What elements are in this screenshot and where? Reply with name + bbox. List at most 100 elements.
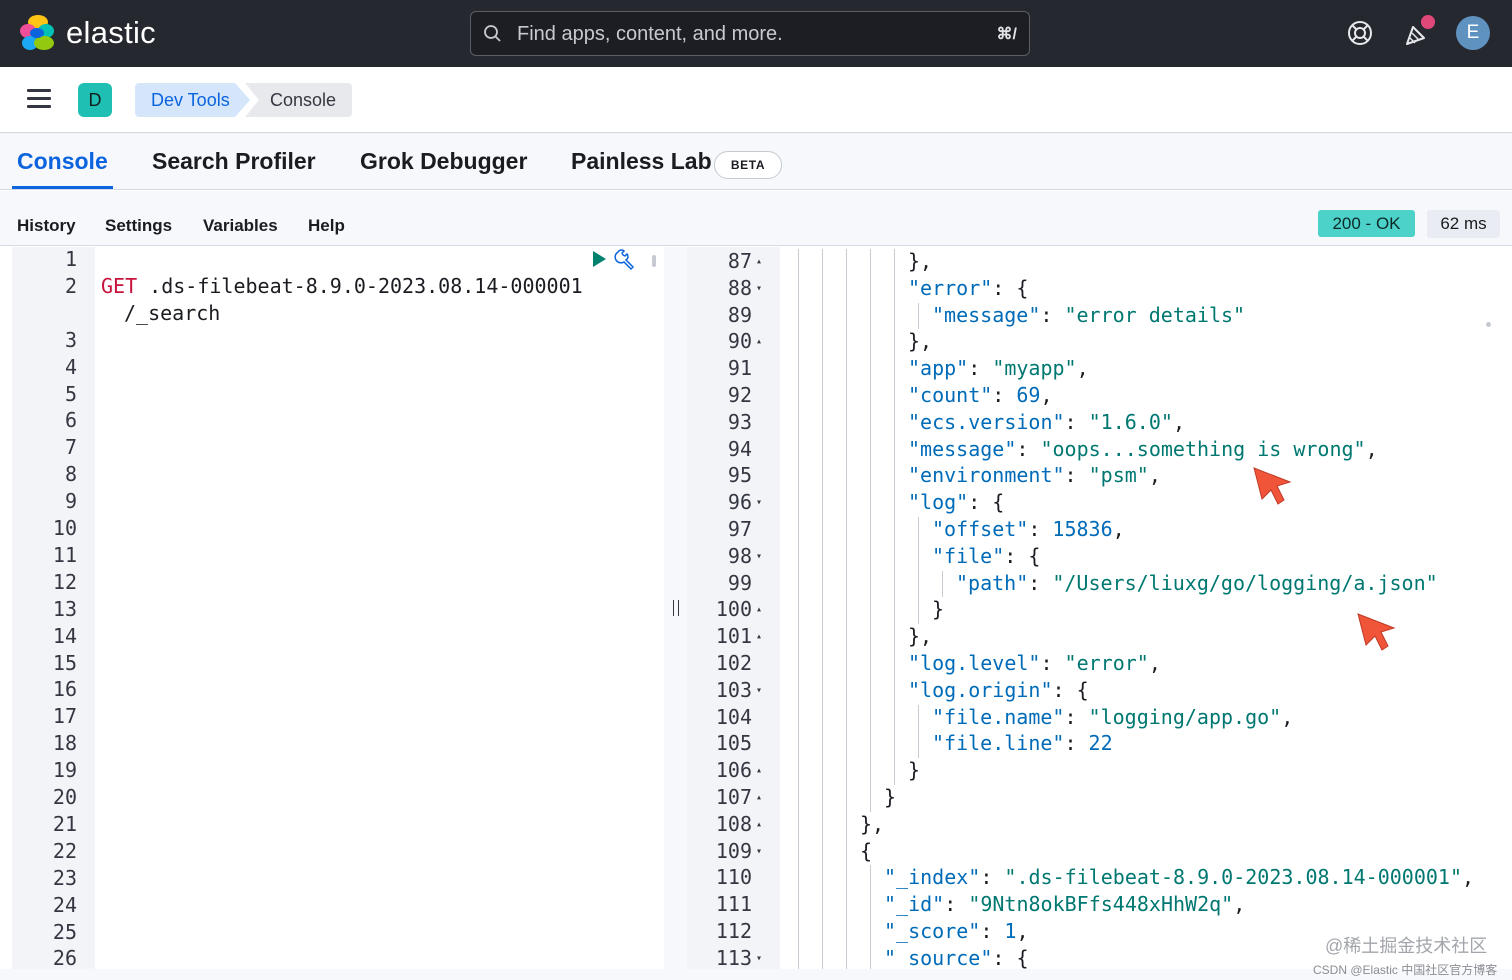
indent-guide <box>822 543 823 571</box>
indent-guide <box>918 704 919 732</box>
response-line: "log": { <box>908 490 1005 515</box>
tab-grok-debugger[interactable]: Grok Debugger <box>360 148 527 175</box>
response-line: "_score": 1, <box>884 919 1029 943</box>
indent-guide <box>822 704 823 732</box>
indent-guide <box>894 570 895 598</box>
fold-expand-icon[interactable]: ▾ <box>756 497 762 508</box>
indent-guide <box>870 919 871 946</box>
response-line: }, <box>908 624 933 649</box>
line-number: 113 <box>715 945 752 969</box>
request-gutter: 1 2 3 4 5 6 7 8 9 10 11 12 13 14 15 16 17 18 19 20 21 22 23 24 2… <box>12 247 95 969</box>
indent-guide <box>798 785 799 812</box>
line-number: 21 <box>52 811 77 836</box>
indent-guide <box>846 838 847 866</box>
history-button[interactable]: History <box>17 216 76 236</box>
response-line: } <box>908 758 921 783</box>
indent-guide <box>822 249 823 276</box>
user-avatar[interactable]: E <box>1456 16 1490 50</box>
splitter-handle[interactable] <box>673 600 679 616</box>
indent-guide <box>894 517 895 544</box>
tab-search-profiler[interactable]: Search Profiler <box>152 148 316 175</box>
line-number: 99 <box>727 570 752 595</box>
space-avatar[interactable]: D <box>78 83 112 117</box>
line-number: 92 <box>727 383 752 407</box>
line-number: 108 <box>715 811 752 836</box>
line-number: 9 <box>64 489 77 514</box>
indent-guide <box>870 383 871 410</box>
response-line: { <box>860 838 873 863</box>
response-line: "offset": 15836, <box>932 517 1125 541</box>
tab-painless-lab[interactable]: Painless Lab <box>571 148 712 175</box>
response-editor[interactable]: 87 ▴ 88 ▾ 89 90 ▴ 91 92 93 94 95 96 ▾ 97 98 ▾ 99 100 ▴ 101 ▴ 1… <box>687 247 1500 969</box>
indent-guide <box>894 731 895 759</box>
response-line: "count": 69, <box>908 383 1053 407</box>
fold-collapse-icon[interactable]: ▴ <box>756 336 762 347</box>
fold-expand-icon[interactable]: ▾ <box>756 283 762 294</box>
fold-expand-icon[interactable]: ▾ <box>756 953 762 964</box>
indent-guide <box>846 436 847 464</box>
fold-expand-icon[interactable]: ▾ <box>756 685 762 696</box>
indent-guide <box>870 249 871 276</box>
elastic-logo[interactable]: elastic <box>20 14 156 52</box>
fold-collapse-icon[interactable]: ▴ <box>756 631 762 642</box>
indent-guide <box>798 490 799 517</box>
indent-guide <box>870 892 871 919</box>
breadcrumb-dev-tools[interactable]: Dev Tools <box>135 83 250 117</box>
response-line: "_source": { <box>884 945 1029 969</box>
indent-guide <box>846 570 847 598</box>
indent-guide <box>846 329 847 357</box>
indent-guide <box>846 677 847 705</box>
wrench-icon[interactable] <box>614 247 638 271</box>
response-line: } <box>884 785 897 809</box>
indent-guide <box>894 383 895 410</box>
indent-guide <box>870 570 871 598</box>
annotation-arrow-icon <box>1253 467 1292 505</box>
response-line: "log.level": "error", <box>908 651 1161 675</box>
fold-collapse-icon[interactable]: ▴ <box>756 819 762 830</box>
tab-console[interactable]: Console <box>17 148 108 175</box>
request-line[interactable]: GET .ds-filebeat-8.9.0-2023.08.14-000001 <box>101 274 583 298</box>
scrollbar-indicator[interactable] <box>652 255 656 267</box>
line-number: 12 <box>52 569 77 594</box>
line-number: 96 <box>727 490 752 515</box>
indent-guide <box>846 945 847 969</box>
search-shortcut: ⌘/ <box>996 26 1017 43</box>
indent-guide <box>870 409 871 437</box>
line-number: 4 <box>64 354 77 379</box>
line-number: 89 <box>727 302 752 327</box>
play-icon[interactable] <box>590 250 608 268</box>
indent-guide <box>870 436 871 464</box>
line-number: 91 <box>727 356 752 381</box>
indent-guide <box>822 892 823 919</box>
indent-guide <box>894 463 895 491</box>
menu-icon[interactable] <box>27 89 51 109</box>
line-number: 16 <box>52 677 77 702</box>
line-number: 107 <box>715 785 752 809</box>
top-header: elastic Find apps, content, and more. ⌘/… <box>0 0 1512 67</box>
fold-collapse-icon[interactable]: ▴ <box>756 256 762 267</box>
fold-collapse-icon[interactable]: ▴ <box>756 765 762 776</box>
help-button[interactable]: Help <box>308 216 345 236</box>
breadcrumb-bar: D Dev Tools Console <box>0 67 1512 133</box>
settings-button[interactable]: Settings <box>105 216 172 236</box>
response-line: "ecs.version": "1.6.0", <box>908 409 1185 434</box>
line-number: 109 <box>715 838 752 863</box>
fold-expand-icon[interactable]: ▾ <box>756 846 762 857</box>
global-search-input[interactable]: Find apps, content, and more. ⌘/ <box>470 11 1030 56</box>
fold-expand-icon[interactable]: ▾ <box>756 551 762 562</box>
indent-guide <box>894 490 895 517</box>
variables-button[interactable]: Variables <box>203 216 278 236</box>
request-editor[interactable]: 1 2 3 4 5 6 7 8 9 10 11 12 13 14 15 16 17 18 19 20 21 22 23 24 2… <box>12 247 664 969</box>
active-tab-indicator <box>12 186 113 189</box>
help-icon[interactable] <box>1346 18 1374 48</box>
fold-collapse-icon[interactable]: ▴ <box>756 604 762 615</box>
indent-guide <box>798 463 799 491</box>
search-placeholder: Find apps, content, and more. <box>517 23 783 45</box>
line-number: 26 <box>52 946 77 969</box>
indent-guide <box>822 758 823 785</box>
line-number: 10 <box>52 516 77 540</box>
response-scrollbar[interactable] <box>1486 322 1491 327</box>
indent-guide <box>918 517 919 544</box>
fold-collapse-icon[interactable]: ▴ <box>756 792 762 803</box>
indent-guide <box>894 436 895 464</box>
